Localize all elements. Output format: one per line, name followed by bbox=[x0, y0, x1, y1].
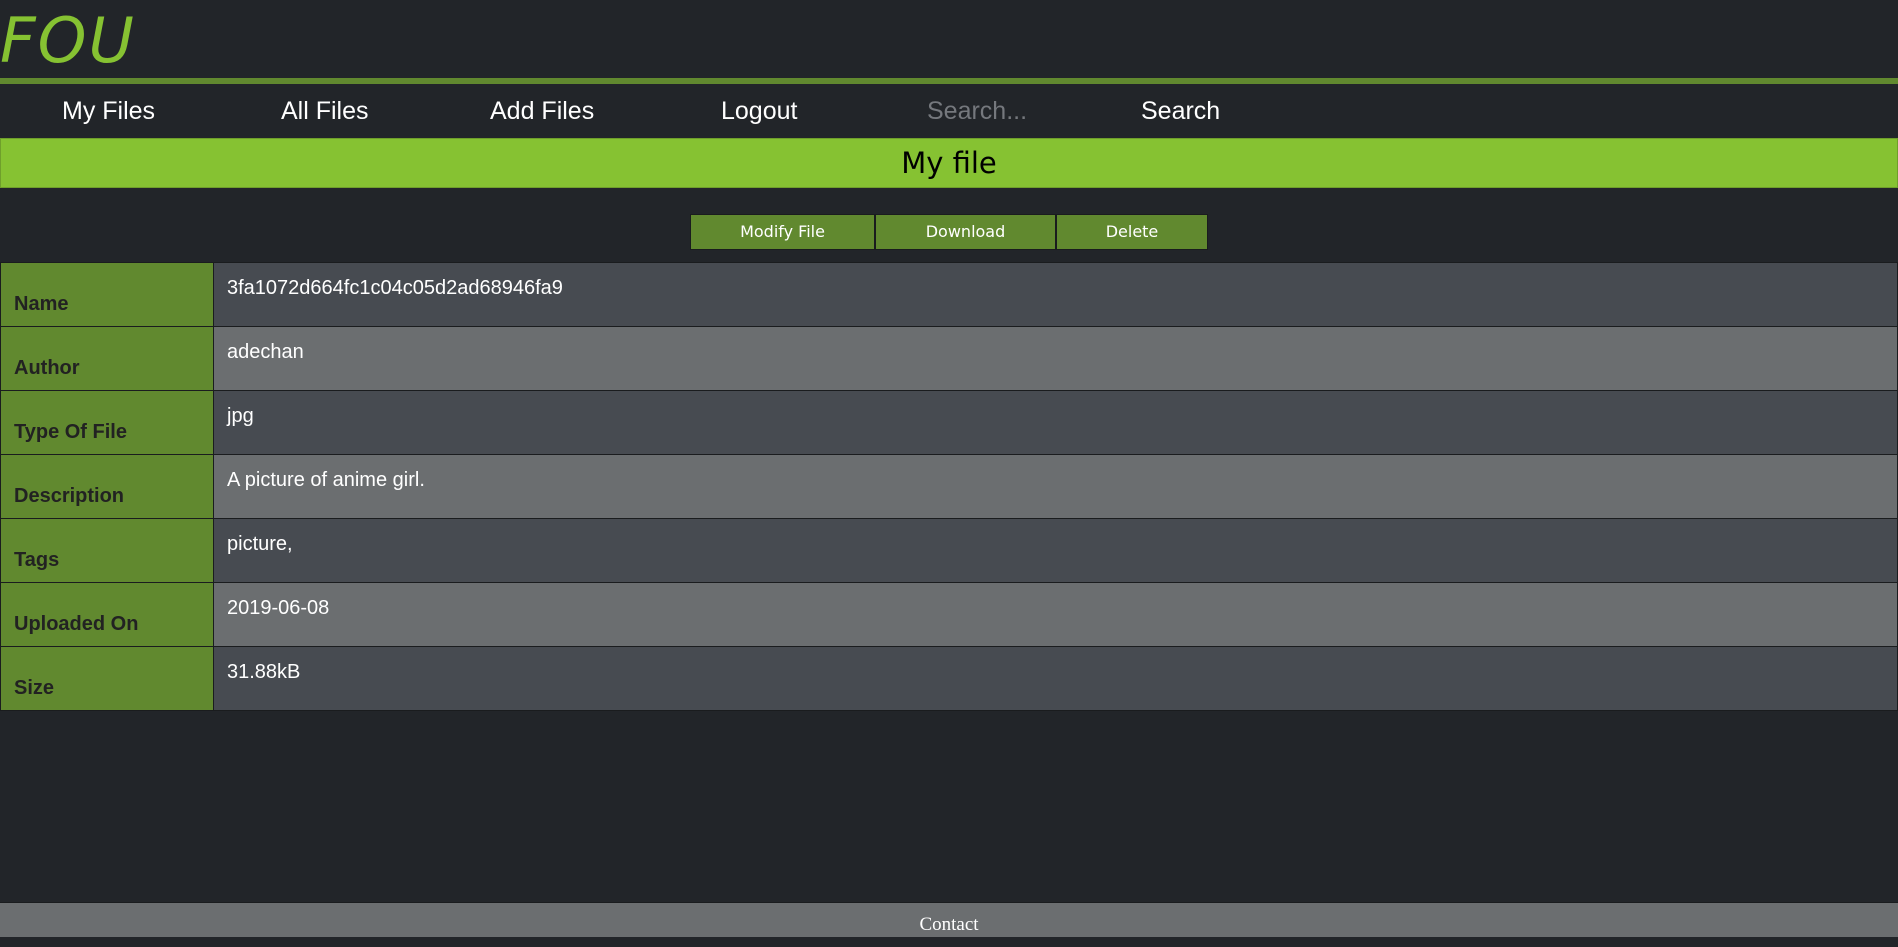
search-input[interactable] bbox=[912, 93, 1122, 129]
file-info-label: Type Of File bbox=[0, 390, 214, 455]
file-info-value: A picture of anime girl. bbox=[213, 454, 1898, 519]
nav-logout[interactable]: Logout bbox=[721, 84, 797, 138]
file-info-label: Description bbox=[0, 454, 214, 519]
search-button[interactable]: Search bbox=[1141, 84, 1220, 138]
file-info-value: 31.88kB bbox=[213, 646, 1898, 711]
nav-add-files[interactable]: Add Files bbox=[490, 84, 594, 138]
footer: Contact bbox=[0, 902, 1898, 937]
file-info-row-description: Description A picture of anime girl. bbox=[0, 454, 1898, 519]
file-info-row-name: Name 3fa1072d664fc1c04c05d2ad68946fa9 bbox=[0, 262, 1898, 327]
download-button[interactable]: Download bbox=[875, 214, 1056, 250]
file-info-label: Name bbox=[0, 262, 214, 327]
file-actions: Modify File Download Delete bbox=[690, 214, 1208, 250]
file-info-label: Size bbox=[0, 646, 214, 711]
file-info-value: picture, bbox=[213, 518, 1898, 583]
site-logo[interactable]: FOU bbox=[0, 4, 136, 78]
file-info-label: Tags bbox=[0, 518, 214, 583]
file-info-value: jpg bbox=[213, 390, 1898, 455]
nav-bar: My Files All Files Add Files Logout Sear… bbox=[0, 84, 1898, 138]
file-info-label: Uploaded On bbox=[0, 582, 214, 647]
header: FOU bbox=[0, 0, 1898, 78]
page-title: My file bbox=[0, 138, 1898, 188]
file-info-value: 3fa1072d664fc1c04c05d2ad68946fa9 bbox=[213, 262, 1898, 327]
nav-my-files[interactable]: My Files bbox=[62, 84, 155, 138]
file-info-row-uploaded-on: Uploaded On 2019-06-08 bbox=[0, 582, 1898, 647]
file-info-row-author: Author adechan bbox=[0, 326, 1898, 391]
file-info-row-size: Size 31.88kB bbox=[0, 646, 1898, 711]
file-info-value: 2019-06-08 bbox=[213, 582, 1898, 647]
file-info-row-type: Type Of File jpg bbox=[0, 390, 1898, 455]
file-info-table: Name 3fa1072d664fc1c04c05d2ad68946fa9 Au… bbox=[0, 262, 1898, 711]
delete-button[interactable]: Delete bbox=[1056, 214, 1208, 250]
file-info-label: Author bbox=[0, 326, 214, 391]
file-info-value: adechan bbox=[213, 326, 1898, 391]
file-info-row-tags: Tags picture, bbox=[0, 518, 1898, 583]
modify-file-button[interactable]: Modify File bbox=[690, 214, 875, 250]
nav-all-files[interactable]: All Files bbox=[281, 84, 369, 138]
contact-link[interactable]: Contact bbox=[919, 914, 978, 935]
